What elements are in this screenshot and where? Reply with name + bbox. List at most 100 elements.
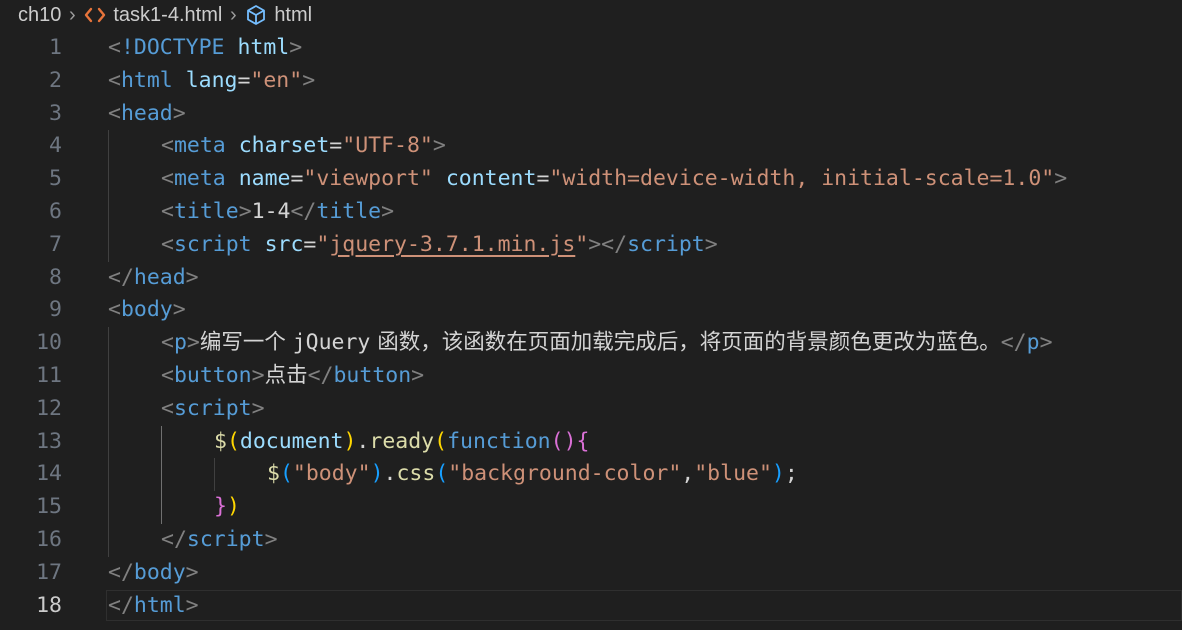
code-token: button <box>173 362 252 388</box>
code-token: </ <box>161 526 187 552</box>
code-line[interactable]: 11 <button>点击</button> <box>0 360 1182 393</box>
html-brackets-icon <box>85 7 106 23</box>
line-number: 1 <box>49 35 62 60</box>
code-line[interactable]: 6 <title>1-4</title> <box>0 196 1182 229</box>
code-line[interactable]: 3 <head> <box>0 98 1182 131</box>
code-line[interactable]: 13 $(document).ready(function(){ <box>0 426 1182 459</box>
line-content: <script> <box>161 393 265 426</box>
code-token: > <box>302 67 316 93</box>
code-token: = <box>536 166 550 192</box>
line-number: 7 <box>49 231 62 257</box>
code-token: "background-color" <box>448 461 682 487</box>
code-token: > <box>185 592 199 618</box>
line-number: 4 <box>49 133 62 159</box>
code-token: 1-4 <box>251 198 291 224</box>
line-content: <p>编写一个 jQuery 函数，该函数在页面加载完成后，将页面的背景颜色更改… <box>161 327 1053 360</box>
code-line[interactable]: 16 </script> <box>0 524 1182 557</box>
breadcrumb: ch10 › task1-4.html › html <box>0 0 1182 30</box>
code-line[interactable]: 10 <p>编写一个 jQuery 函数，该函数在页面加载完成后，将页面的背景颜色… <box>0 327 1182 360</box>
code-token: < <box>161 166 174 192</box>
code-token: "en" <box>250 67 303 93</box>
code-token: < <box>108 297 121 323</box>
code-token: jQuery <box>292 330 371 356</box>
code-line[interactable]: 18 </html> <box>0 589 1182 623</box>
line-content: <body> <box>108 294 186 327</box>
code-line[interactable]: 9 <body> <box>0 294 1182 327</box>
code-line[interactable]: 5 <meta name="viewport" content="width=de… <box>0 163 1182 196</box>
code-token: ( <box>434 428 448 454</box>
line-number: 15 <box>36 494 62 520</box>
code-token: ) <box>370 461 384 487</box>
code-line[interactable]: 14 $("body").css("background-color","blue… <box>0 458 1182 491</box>
code-line[interactable]: 1 <!DOCTYPE html> <box>0 32 1182 65</box>
code-token: </ <box>108 559 134 585</box>
code-token: </ <box>290 198 317 224</box>
code-token: > <box>186 330 200 356</box>
code-token: 函数，该函数在页面加载完成后，将页面的背景颜色更改为蓝色。 <box>370 330 1001 356</box>
code-token: charset <box>238 133 330 159</box>
code-token: $ <box>267 461 280 487</box>
code-token: body <box>120 297 173 323</box>
line-number: 11 <box>36 362 62 388</box>
code-token: > <box>432 133 446 159</box>
breadcrumb-folder-label: ch10 <box>18 3 62 26</box>
code-token: name <box>238 166 291 192</box>
code-token: > <box>172 297 186 323</box>
code-line[interactable]: 8 </head> <box>0 262 1182 295</box>
line-number: 18 <box>36 592 62 618</box>
indent-guide <box>108 327 109 557</box>
line-content: <!DOCTYPE html> <box>108 32 302 65</box>
code-token: > <box>704 231 718 257</box>
code-token: () <box>550 428 577 454</box>
indent-guide <box>214 458 215 492</box>
code-token: "width=device-width, initial-scale=1.0" <box>549 166 1055 192</box>
code-token: html <box>120 67 173 93</box>
code-token: > <box>381 198 395 224</box>
code-token: html <box>237 35 290 60</box>
code-token: </ <box>1000 330 1027 356</box>
code-token: ) <box>226 494 240 520</box>
code-line[interactable]: 15}) <box>0 491 1182 524</box>
code-token: } <box>214 494 227 520</box>
code-token: ( <box>435 461 449 487</box>
code-token: = <box>237 67 251 93</box>
code-area[interactable]: 1 <!DOCTYPE html> 2 <html lang="en"> 3 <head>… <box>0 32 1182 622</box>
line-content: </html> <box>108 590 199 623</box>
code-line[interactable]: 7 <script src="jquery-3.7.1.min.js"></scr… <box>0 229 1182 262</box>
code-token: < <box>108 35 121 60</box>
line-content: </script> <box>161 524 278 557</box>
code-token: > <box>251 362 265 388</box>
code-token: = <box>303 231 317 257</box>
code-line[interactable]: 2 <html lang="en"> <box>0 65 1182 98</box>
code-token: title <box>173 198 239 224</box>
code-token: lang <box>185 67 238 93</box>
code-token: . <box>383 461 397 487</box>
code-line[interactable]: 4 <meta charset="UTF-8"> <box>0 130 1182 163</box>
code-line[interactable]: 17 </body> <box>0 557 1182 590</box>
breadcrumb-file[interactable]: task1-4.html <box>83 4 222 27</box>
breadcrumb-folder[interactable]: ch10 <box>18 4 61 27</box>
line-number: 9 <box>49 297 62 323</box>
code-token: < <box>108 67 121 93</box>
code-token: </ <box>307 362 334 388</box>
breadcrumb-symbol-label: html <box>274 3 313 26</box>
code-token: < <box>161 330 174 356</box>
line-content: <meta charset="UTF-8"> <box>161 130 446 163</box>
code-token: body <box>133 559 186 585</box>
line-number: 6 <box>49 198 62 224</box>
chevron-right-icon: › <box>69 3 76 26</box>
code-token: src <box>264 231 304 257</box>
code-token: < <box>161 231 174 257</box>
code-token: " <box>575 231 589 257</box>
code-token: > <box>185 264 199 290</box>
cube-icon <box>247 5 266 25</box>
code-editor[interactable]: ch10 › task1-4.html › html 1 <!DOCTYPE ht… <box>0 0 1182 630</box>
code-token: ready <box>369 428 435 454</box>
code-token: "UTF-8" <box>342 133 433 159</box>
code-token: "blue" <box>694 461 772 487</box>
code-line[interactable]: 12 <script> <box>0 393 1182 426</box>
code-token: document <box>239 428 344 454</box>
breadcrumb-symbol[interactable]: html <box>244 3 312 27</box>
